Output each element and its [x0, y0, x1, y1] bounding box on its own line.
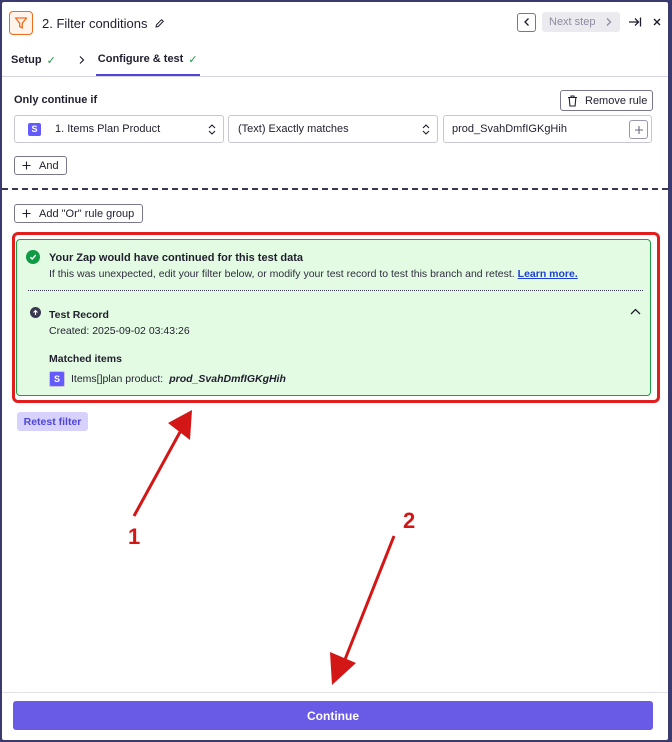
and-label: And — [39, 159, 59, 172]
plus-icon — [634, 125, 643, 134]
condition-value-text: prod_SvahDmfIGKgHih — [452, 123, 567, 135]
chevron-right-icon — [78, 55, 85, 65]
tab-bar: Setup ✓ Configure & test ✓ — [2, 44, 668, 77]
next-step-button[interactable]: Next step — [542, 12, 620, 32]
previous-step-button[interactable] — [517, 12, 536, 32]
panel-header: 2. Filter conditions Next step — [2, 2, 668, 44]
tab-configure-label: Configure & test — [97, 53, 184, 65]
highlight-box — [12, 232, 660, 403]
retest-filter-button[interactable]: Retest filter — [17, 412, 88, 431]
chevron-left-icon — [523, 18, 529, 26]
add-and-condition-button[interactable]: And — [14, 156, 67, 175]
or-label: Add "Or" rule group — [39, 207, 135, 220]
panel-title: 2. Filter conditions — [42, 15, 148, 31]
insert-data-button[interactable] — [629, 120, 648, 139]
tab-configure-test[interactable]: Configure & test ✓ — [95, 44, 200, 76]
pencil-icon[interactable] — [154, 18, 165, 29]
annotation-arrow-1 — [132, 410, 192, 517]
footer-divider — [2, 692, 668, 693]
remove-rule-button[interactable]: Remove rule — [560, 90, 653, 111]
sort-icon — [208, 124, 216, 135]
condition-value-input[interactable]: prod_SvahDmfIGKgHih — [443, 115, 652, 143]
section-divider — [2, 188, 668, 190]
trash-icon — [568, 94, 577, 107]
continue-button[interactable]: Continue — [13, 701, 653, 730]
annotation-number-1: 1 — [128, 524, 141, 549]
checkmark-icon: ✓ — [188, 53, 198, 66]
stripe-logo-icon: S — [28, 122, 41, 136]
annotation-arrow-2 — [330, 535, 396, 685]
chevron-right-icon — [607, 18, 612, 26]
filter-icon — [9, 11, 33, 35]
condition-field-value: 1. Items Plan Product — [55, 123, 161, 135]
annotation-number-2: 2 — [403, 508, 416, 533]
plus-icon — [22, 161, 31, 170]
condition-operator-select[interactable]: (Text) Exactly matches — [228, 115, 438, 143]
condition-field-select[interactable]: S 1. Items Plan Product — [14, 115, 224, 143]
condition-section-label: Only continue if — [14, 94, 98, 106]
next-step-label: Next step — [549, 16, 596, 28]
tab-setup[interactable]: Setup ✓ — [11, 44, 56, 76]
add-or-rule-group-button[interactable]: Add "Or" rule group — [14, 204, 143, 223]
sort-icon — [422, 124, 430, 135]
close-icon[interactable] — [646, 12, 668, 32]
filter-panel: 2. Filter conditions Next step Setup ✓ C… — [2, 2, 668, 740]
skip-to-end-icon[interactable] — [624, 12, 646, 32]
plus-icon — [22, 209, 31, 218]
remove-rule-label: Remove rule — [585, 94, 648, 107]
tab-setup-label: Setup — [11, 54, 42, 66]
checkmark-icon: ✓ — [46, 54, 56, 67]
condition-operator-value: (Text) Exactly matches — [238, 123, 349, 135]
